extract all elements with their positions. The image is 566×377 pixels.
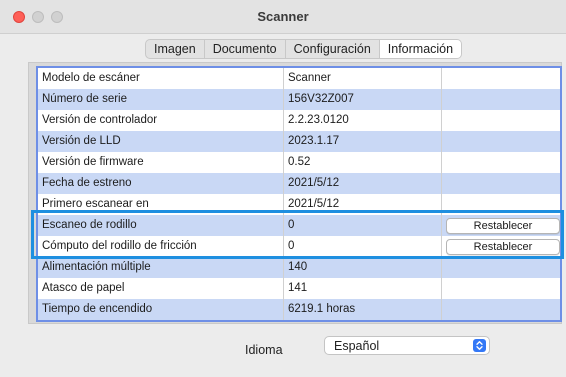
row-value: 141 [284,278,442,299]
row-label: Cómputo del rodillo de fricción [38,236,284,257]
table-row: Cómputo del rodillo de fricción 0 Restab… [38,236,560,257]
row-value: Scanner [284,68,442,89]
chevron-up-down-icon [473,339,486,352]
row-action-cell [442,89,560,110]
window-title: Scanner [257,9,309,24]
row-value: 2021/5/12 [284,194,442,215]
table-row: Atasco de papel 141 [38,278,560,299]
row-label: Alimentación múltiple [38,257,284,278]
row-value: 2021/5/12 [284,173,442,194]
row-label: Versión de LLD [38,131,284,152]
row-label: Atasco de papel [38,278,284,299]
reset-roller-scan-button[interactable]: Restablecer [446,217,560,234]
tab-documento[interactable]: Documento [205,40,286,58]
table-row: Fecha de estreno 2021/5/12 [38,173,560,194]
row-action-cell: Restablecer [442,215,560,236]
table-row: Alimentación múltiple 140 [38,257,560,278]
row-action-cell [442,110,560,131]
row-value: 0 [284,236,442,257]
row-action-cell [442,68,560,89]
reset-friction-roller-button[interactable]: Restablecer [446,238,560,255]
tab-configuracion[interactable]: Configuración [286,40,380,58]
row-action-cell [442,278,560,299]
table-row: Número de serie 156V32Z007 [38,89,560,110]
scanner-window: Scanner Imagen Documento Configuración I… [0,0,566,377]
row-action-cell: Restablecer [442,236,560,257]
table-row: Primero escanear en 2021/5/12 [38,194,560,215]
row-action-cell [442,152,560,173]
row-label: Número de serie [38,89,284,110]
language-select[interactable]: Español [324,336,490,355]
row-label: Tiempo de encendido [38,299,284,320]
row-action-cell [442,299,560,320]
row-value: 0.52 [284,152,442,173]
row-action-cell [442,173,560,194]
row-label: Versión de firmware [38,152,284,173]
row-action-cell [442,257,560,278]
table-row: Modelo de escáner Scanner [38,68,560,89]
tab-imagen[interactable]: Imagen [146,40,205,58]
row-label: Versión de controlador [38,110,284,131]
table-row: Versión de firmware 0.52 [38,152,560,173]
tab-informacion[interactable]: Información [379,40,462,58]
row-action-cell [442,131,560,152]
table-row: Escaneo de rodillo 0 Restablecer [38,215,560,236]
table-row: Tiempo de encendido 6219.1 horas [38,299,560,320]
row-value: 0 [284,215,442,236]
tab-bar: Imagen Documento Configuración Informaci… [145,39,463,59]
row-value: 156V32Z007 [284,89,442,110]
row-value: 6219.1 horas [284,299,442,320]
row-value: 2023.1.17 [284,131,442,152]
row-value: 2.2.23.0120 [284,110,442,131]
table-row: Versión de LLD 2023.1.17 [38,131,560,152]
info-table: Modelo de escáner Scanner Número de seri… [36,66,562,322]
row-action-cell [442,194,560,215]
table-row: Versión de controlador 2.2.23.0120 [38,110,560,131]
title-bar: Scanner [0,0,566,34]
language-select-value: Español [334,339,380,353]
row-label: Fecha de estreno [38,173,284,194]
row-value: 140 [284,257,442,278]
row-label: Primero escanear en [38,194,284,215]
language-label: Idioma [245,343,283,357]
row-label: Escaneo de rodillo [38,215,284,236]
row-label: Modelo de escáner [38,68,284,89]
